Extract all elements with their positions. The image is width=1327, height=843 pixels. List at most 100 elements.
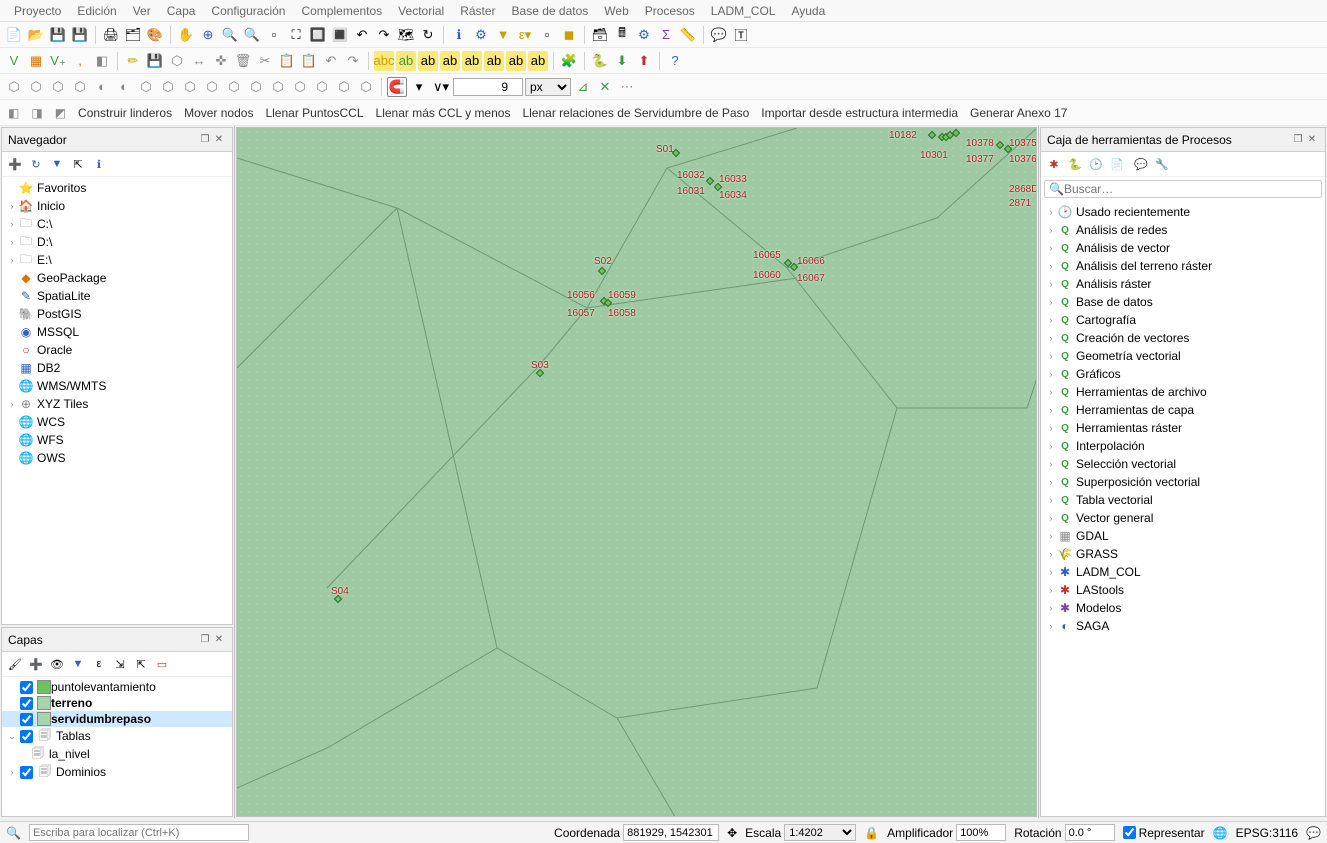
processing-item[interactable]: ›QAnálisis del terreno ráster: [1041, 257, 1325, 275]
layer-visibility-checkbox[interactable]: [20, 713, 33, 726]
add-vector-icon[interactable]: V: [4, 51, 24, 71]
processing-item[interactable]: ›QVector general: [1041, 509, 1325, 527]
layer-visibility-icon[interactable]: 👁: [48, 655, 66, 673]
processing-item[interactable]: ›🌾GRASS: [1041, 545, 1325, 563]
processing-item[interactable]: ›QInterpolación: [1041, 437, 1325, 455]
layers-tree[interactable]: puntolevantamiento terreno servidumbrepa…: [2, 677, 232, 816]
layer-collapse-icon[interactable]: ⇱: [132, 655, 150, 673]
snap-unit-select[interactable]: px: [525, 78, 571, 96]
magnifier-input[interactable]: [956, 824, 1006, 841]
proc-model-icon[interactable]: ✱: [1045, 155, 1063, 173]
plugin-action[interactable]: Importar desde estructura intermedia: [761, 106, 958, 120]
label-rotate-icon[interactable]: ab: [528, 51, 548, 71]
plugin-lead-icon-2[interactable]: ◨: [31, 106, 42, 120]
snap-config-icon[interactable]: ▾: [409, 77, 429, 97]
menu-capa[interactable]: Capa: [159, 1, 204, 21]
processing-search[interactable]: 🔍: [1044, 180, 1322, 198]
dig-icon-12[interactable]: ⬡: [246, 77, 266, 97]
new-project-icon[interactable]: 📄: [4, 25, 24, 45]
zoom-full-icon[interactable]: ⛶: [286, 25, 306, 45]
menu-web[interactable]: Web: [596, 1, 636, 21]
processing-item[interactable]: ›QBase de datos: [1041, 293, 1325, 311]
processing-item[interactable]: ›QCartografía: [1041, 311, 1325, 329]
plugin-action[interactable]: Llenar PuntosCCL: [265, 106, 363, 120]
menu-edición[interactable]: Edición: [69, 1, 124, 21]
layer-item[interactable]: servidumbrepaso: [2, 711, 232, 727]
layer-style-icon[interactable]: 🖌: [6, 655, 24, 673]
processing-search-input[interactable]: [1064, 182, 1317, 196]
menu-ladm_col[interactable]: LADM_COL: [703, 1, 784, 21]
browser-item[interactable]: 🌐WCS: [2, 413, 232, 431]
label-layer-icon[interactable]: ab: [396, 51, 416, 71]
menu-complementos[interactable]: Complementos: [293, 1, 390, 21]
dig-icon-10[interactable]: ⬡: [202, 77, 222, 97]
layer-add-group-icon[interactable]: ➕: [27, 655, 45, 673]
processing-item[interactable]: ›🕑Usado recientemente: [1041, 203, 1325, 221]
add-delimited-icon[interactable]: ,: [70, 51, 90, 71]
undo-icon[interactable]: ↶: [321, 51, 341, 71]
extents-icon[interactable]: ✥: [727, 826, 737, 840]
layer-visibility-checkbox[interactable]: [20, 766, 33, 779]
browser-item[interactable]: ›🗀C:\: [2, 215, 232, 233]
processing-item[interactable]: ›✱LAStools: [1041, 581, 1325, 599]
dock-icon[interactable]: ❐: [198, 134, 212, 148]
select-expr-icon[interactable]: ε▾: [515, 25, 535, 45]
label-icon[interactable]: abc: [374, 51, 394, 71]
properties-icon[interactable]: ℹ: [90, 155, 108, 173]
processing-item[interactable]: ›QCreación de vectores: [1041, 329, 1325, 347]
dock-icon[interactable]: ❐: [198, 634, 212, 648]
snap-tolerance-input[interactable]: [453, 78, 523, 96]
browser-item[interactable]: ◆GeoPackage: [2, 269, 232, 287]
browser-item[interactable]: ▦DB2: [2, 359, 232, 377]
save-edits-icon[interactable]: 💾: [145, 51, 165, 71]
dig-icon-1[interactable]: ⬡: [4, 77, 24, 97]
proc-python-icon[interactable]: 🐍: [1066, 155, 1084, 173]
dig-icon-14[interactable]: ⬡: [290, 77, 310, 97]
dig-icon-9[interactable]: ⬡: [180, 77, 200, 97]
osm-download-icon[interactable]: ⬇: [612, 51, 632, 71]
processing-item[interactable]: ›QGeometría vectorial: [1041, 347, 1325, 365]
processing-item[interactable]: ›QHerramientas ráster: [1041, 419, 1325, 437]
save-as-icon[interactable]: 💾: [70, 25, 90, 45]
layer-item[interactable]: 🗐la_nivel: [2, 745, 232, 763]
annotation-icon[interactable]: 🅃: [731, 25, 751, 45]
label-move-icon[interactable]: ab: [506, 51, 526, 71]
dig-icon-11[interactable]: ⬡: [224, 77, 244, 97]
menu-proyecto[interactable]: Proyecto: [6, 1, 69, 21]
paste-icon[interactable]: 📋: [299, 51, 319, 71]
layer-item[interactable]: terreno: [2, 695, 232, 711]
layer-expr-icon[interactable]: ε: [90, 655, 108, 673]
processing-item[interactable]: ›QHerramientas de archivo: [1041, 383, 1325, 401]
open-project-icon[interactable]: 📂: [26, 25, 46, 45]
proc-results-icon[interactable]: 💬: [1132, 155, 1150, 173]
menu-vectorial[interactable]: Vectorial: [390, 1, 452, 21]
browser-item[interactable]: ⭐Favoritos: [2, 179, 232, 197]
add-layer-icon[interactable]: ➕: [6, 155, 24, 173]
layer-visibility-checkbox[interactable]: [20, 681, 33, 694]
locator-icon[interactable]: 🔍: [6, 826, 21, 840]
layer-item[interactable]: puntolevantamiento: [2, 679, 232, 695]
rotation-input[interactable]: [1065, 824, 1115, 841]
label-pin-icon[interactable]: ab: [462, 51, 482, 71]
browser-item[interactable]: ◉MSSQL: [2, 323, 232, 341]
dig-icon-4[interactable]: ⬡: [70, 77, 90, 97]
zoom-out-icon[interactable]: 🔍: [242, 25, 262, 45]
zoom-next-icon[interactable]: ↷: [374, 25, 394, 45]
map-canvas[interactable]: S0116032160331603116034S0216065160661606…: [236, 127, 1037, 817]
pan-icon[interactable]: ✋: [176, 25, 196, 45]
save-project-icon[interactable]: 💾: [48, 25, 68, 45]
processing-item[interactable]: ›QAnálisis ráster: [1041, 275, 1325, 293]
dig-icon-2[interactable]: ⬡: [26, 77, 46, 97]
zoom-last-icon[interactable]: ↶: [352, 25, 372, 45]
dig-icon-8[interactable]: ⬡: [158, 77, 178, 97]
add-feature-icon[interactable]: ⬡: [167, 51, 187, 71]
browser-item[interactable]: ›⊕XYZ Tiles: [2, 395, 232, 413]
measure-icon[interactable]: 📏: [678, 25, 698, 45]
label-show-icon[interactable]: ab: [484, 51, 504, 71]
delete-selected-icon[interactable]: 🗑: [233, 51, 253, 71]
crs-icon[interactable]: 🌐: [1213, 826, 1228, 840]
plugin-lead-icon-1[interactable]: ◧: [8, 106, 19, 120]
menu-procesos[interactable]: Procesos: [637, 1, 703, 21]
filter-browser-icon[interactable]: ▼: [48, 155, 66, 173]
processing-item[interactable]: ›▦GDAL: [1041, 527, 1325, 545]
